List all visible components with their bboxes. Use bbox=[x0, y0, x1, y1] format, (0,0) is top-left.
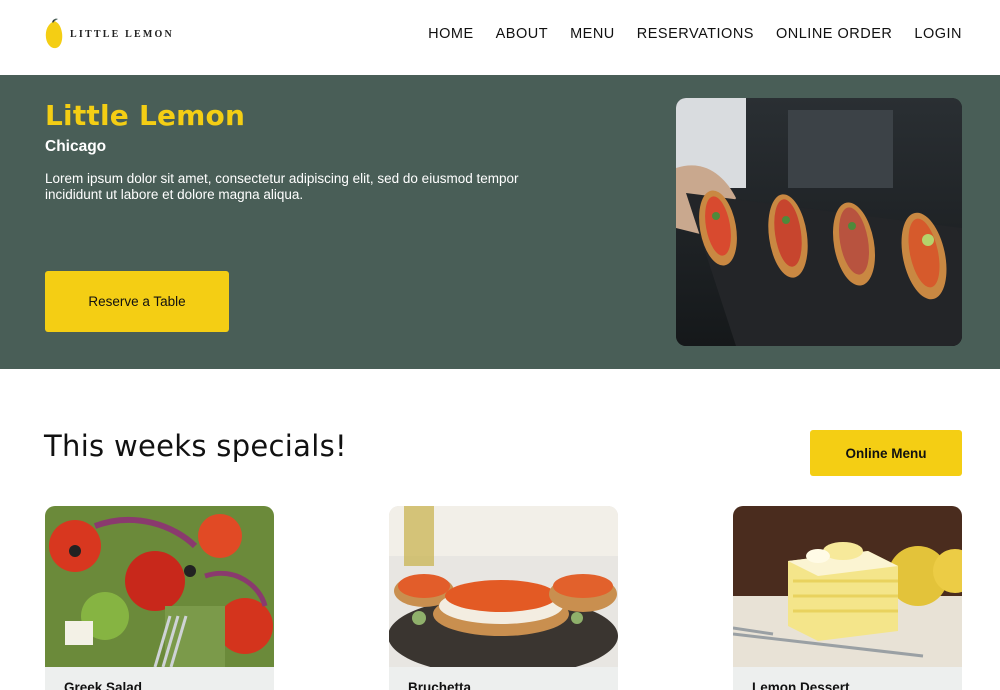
nav-menu[interactable]: MENU bbox=[570, 26, 615, 42]
hero-section: Little Lemon Chicago Lorem ipsum dolor s… bbox=[0, 75, 1000, 369]
specials-title: This weeks specials! bbox=[44, 429, 347, 463]
bruchetta-image bbox=[389, 506, 618, 667]
lemon-logo-icon bbox=[45, 18, 63, 49]
logo-text: LITTLE LEMON bbox=[70, 28, 174, 40]
card-title: Lemon Dessert bbox=[752, 680, 850, 690]
hero-image bbox=[676, 98, 962, 346]
card-title: Greek Salad bbox=[64, 680, 143, 690]
main-nav: HOME ABOUT MENU RESERVATIONS ONLINE ORDE… bbox=[406, 26, 962, 42]
nav-about[interactable]: ABOUT bbox=[496, 26, 548, 42]
logo[interactable]: LITTLE LEMON bbox=[44, 18, 174, 50]
nav-online-order[interactable]: ONLINE ORDER bbox=[776, 26, 892, 42]
card-title: Bruchetta bbox=[408, 680, 472, 690]
special-card-greek-salad[interactable]: Greek Salad bbox=[45, 506, 274, 690]
nav-reservations[interactable]: RESERVATIONS bbox=[637, 26, 754, 42]
greek-salad-image bbox=[45, 506, 274, 667]
nav-home[interactable]: HOME bbox=[428, 26, 474, 42]
nav-login[interactable]: LOGIN bbox=[914, 26, 962, 42]
special-card-lemon-dessert[interactable]: Lemon Dessert bbox=[733, 506, 962, 690]
hero-title: Little Lemon bbox=[45, 99, 246, 132]
reserve-table-button[interactable]: Reserve a Table bbox=[45, 271, 229, 332]
hero-description: Lorem ipsum dolor sit amet, consectetur … bbox=[45, 171, 519, 202]
special-card-bruchetta[interactable]: Bruchetta bbox=[389, 506, 618, 690]
hero-subtitle: Chicago bbox=[45, 138, 107, 155]
online-menu-button[interactable]: Online Menu bbox=[810, 430, 962, 476]
lemon-dessert-image bbox=[733, 506, 962, 667]
site-header: LITTLE LEMON HOME ABOUT MENU RESERVATION… bbox=[0, 0, 1000, 75]
